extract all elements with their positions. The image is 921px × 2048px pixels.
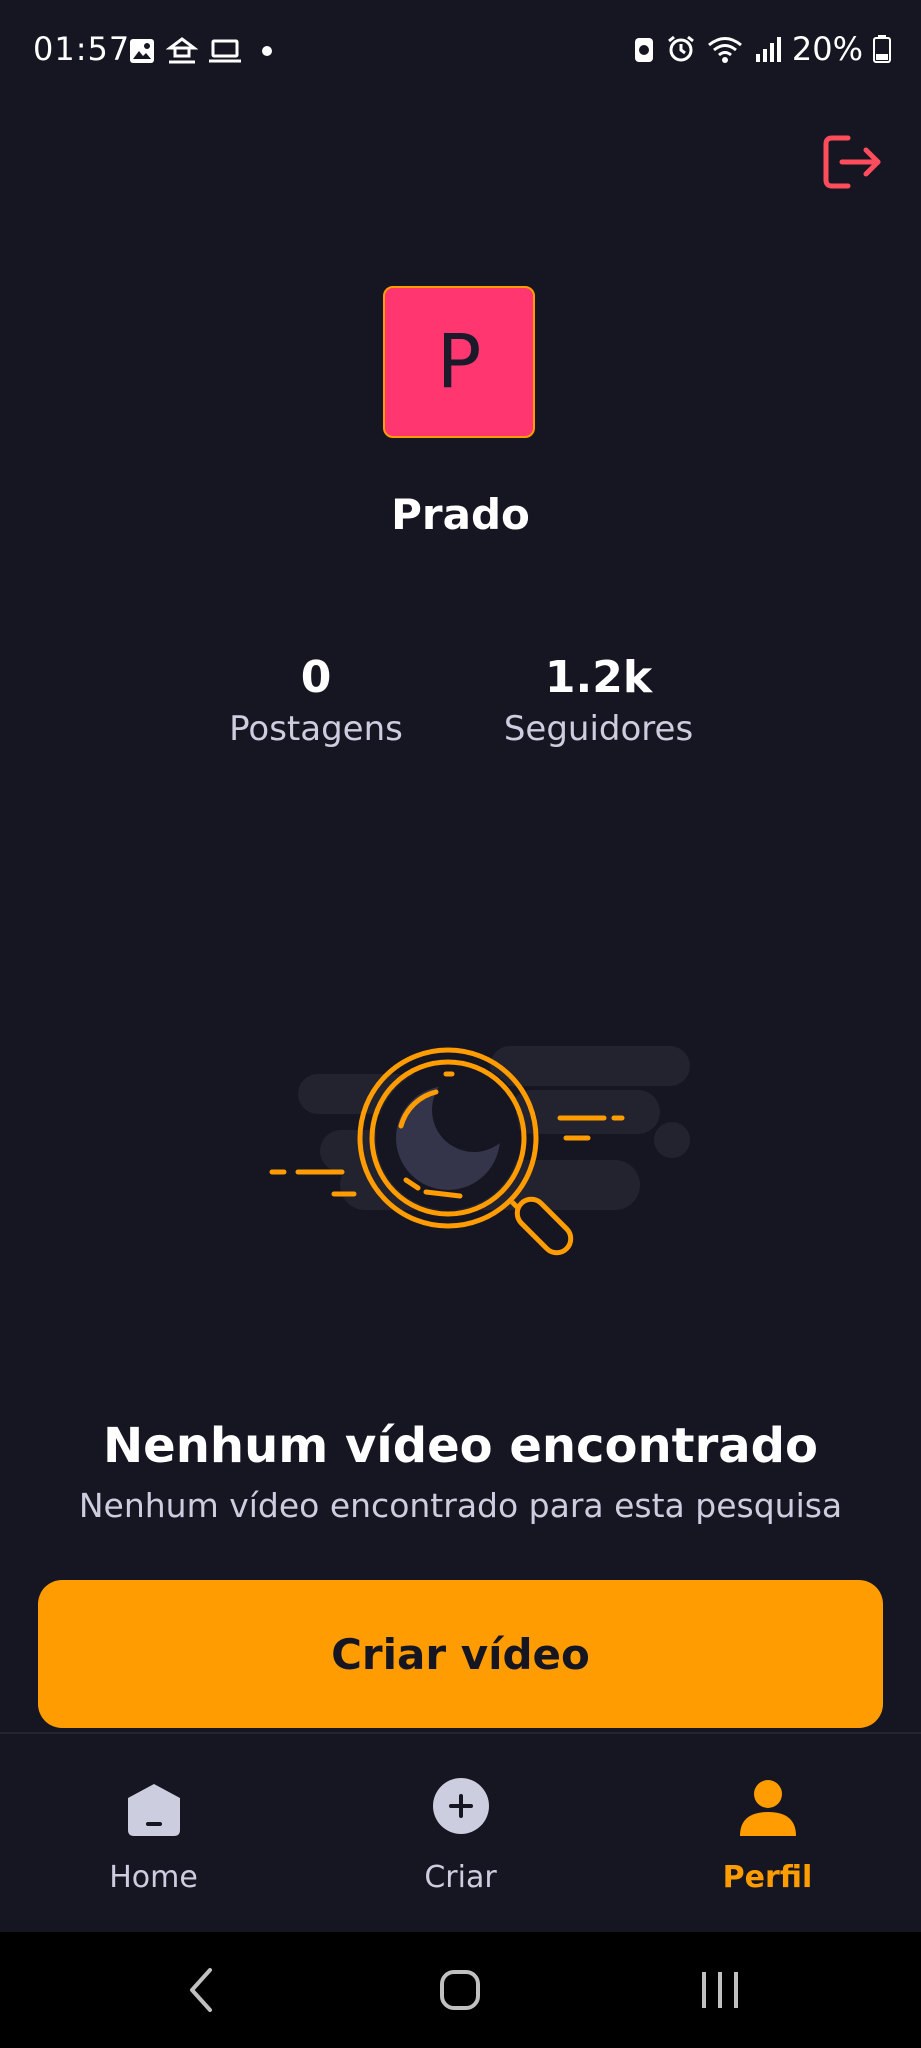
username: Prado	[391, 490, 530, 539]
tab-home[interactable]: Home	[0, 1734, 307, 1934]
empty-state-subtitle: Nenhum vídeo encontrado para esta pesqui…	[78, 1486, 843, 1525]
stat-posts-value: 0	[300, 652, 332, 703]
status-bar: 01:57 20%	[0, 0, 921, 104]
tab-create[interactable]: Criar	[307, 1734, 614, 1934]
home-nav-icon[interactable]	[428, 1958, 492, 2022]
bottom-tab-bar: Home Criar Perfil	[0, 1732, 921, 1934]
tab-profile-label: Perfil	[722, 1860, 813, 1895]
avatar-initial: P	[436, 319, 482, 405]
recents-icon[interactable]	[688, 1958, 752, 2022]
stat-posts-label: Postagens	[229, 709, 403, 749]
tab-create-label: Criar	[424, 1860, 497, 1895]
profile-icon	[739, 1780, 796, 1836]
laptop-icon	[209, 39, 241, 63]
logout-button[interactable]	[820, 130, 884, 194]
gallery-icon	[130, 39, 154, 63]
battery-percentage: 20%	[791, 30, 863, 68]
stat-followers: 1.2k Seguidores	[480, 652, 717, 749]
dot-icon	[262, 46, 272, 56]
status-time: 01:57	[33, 30, 131, 68]
wifi-icon	[707, 37, 742, 63]
stat-posts: 0 Postagens	[206, 652, 426, 749]
back-icon[interactable]	[172, 1958, 236, 2022]
plus-icon	[432, 1778, 489, 1834]
empty-state-title: Nenhum vídeo encontrado	[103, 1418, 818, 1474]
avatar: P	[383, 286, 535, 438]
empty-search-illustration	[250, 1030, 700, 1280]
tab-profile[interactable]: Perfil	[614, 1734, 921, 1934]
tab-home-label: Home	[109, 1860, 198, 1895]
battery-icon	[873, 35, 891, 63]
magnifier-icon	[269, 1046, 690, 1256]
home-icon	[127, 1784, 180, 1836]
status-right: 20%	[632, 30, 891, 68]
system-nav-bar	[0, 1932, 921, 2048]
status-left-icons	[128, 36, 282, 66]
create-video-label: Criar vídeo	[331, 1629, 590, 1679]
create-video-button[interactable]: Criar vídeo	[38, 1580, 883, 1728]
signal-icon	[755, 37, 781, 62]
stat-followers-value: 1.2k	[544, 652, 653, 703]
stat-followers-label: Seguidores	[503, 709, 694, 749]
alarm-icon	[667, 35, 694, 62]
battery-saver-icon	[634, 38, 653, 62]
cast-icon	[166, 37, 198, 64]
logout-icon	[823, 135, 881, 189]
